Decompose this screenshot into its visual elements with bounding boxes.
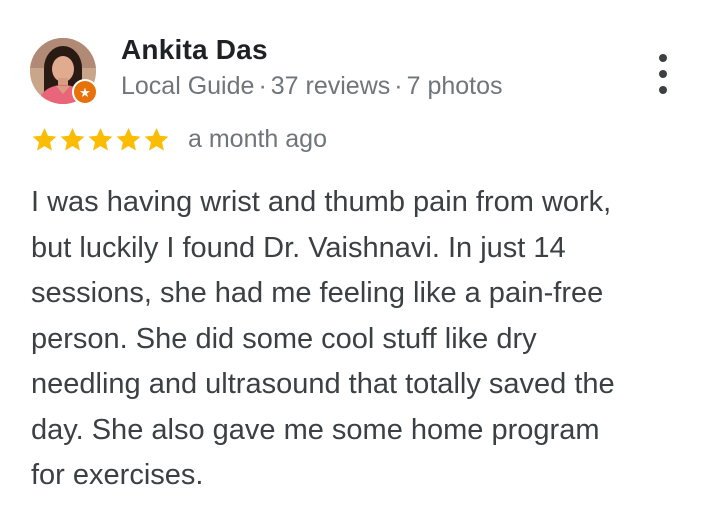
review-card: ★ Ankita Das Local Guide · 37 reviews · 7 ph… [0,0,720,523]
review-line: day. She also gave me some home program [31,413,600,446]
star-icon [32,127,57,151]
rating-row: a month ago [31,122,327,156]
star-icon [144,127,169,151]
more-vert-icon[interactable] [645,54,681,94]
reviews-count: 37 reviews [270,72,391,100]
review-line: I was having wrist and thumb pain from w… [31,186,612,218]
review-line: for exercises. [31,459,204,491]
review-line: sessions, she had me feeling like a pain… [31,277,604,309]
review-line: person. She did some cool stuff like dry [31,322,537,355]
star-icon [88,127,113,151]
review-line: but luckily I found Dr. Vaishnavi. In ju… [31,231,566,264]
star-icon [116,127,141,151]
review-time: a month ago [188,124,327,153]
more-dot [659,70,667,78]
separator: · [394,72,403,100]
reviewer-meta: Local Guide · 37 reviews · 7 photos [121,72,503,101]
star-icon [60,127,85,151]
photos-count: 7 photos [406,72,503,100]
more-dot [659,86,667,94]
separator: · [258,72,267,100]
review-line: needling and ultrasound that totally sav… [31,368,615,400]
review-text: I was having wrist and thumb pain from w… [31,180,701,499]
reviewer-name[interactable]: Ankita Das [121,34,268,66]
more-dot [659,54,667,62]
star-rating [31,126,171,153]
local-guide-label: Local Guide [121,72,255,100]
local-guide-star-icon: ★ [72,79,98,105]
